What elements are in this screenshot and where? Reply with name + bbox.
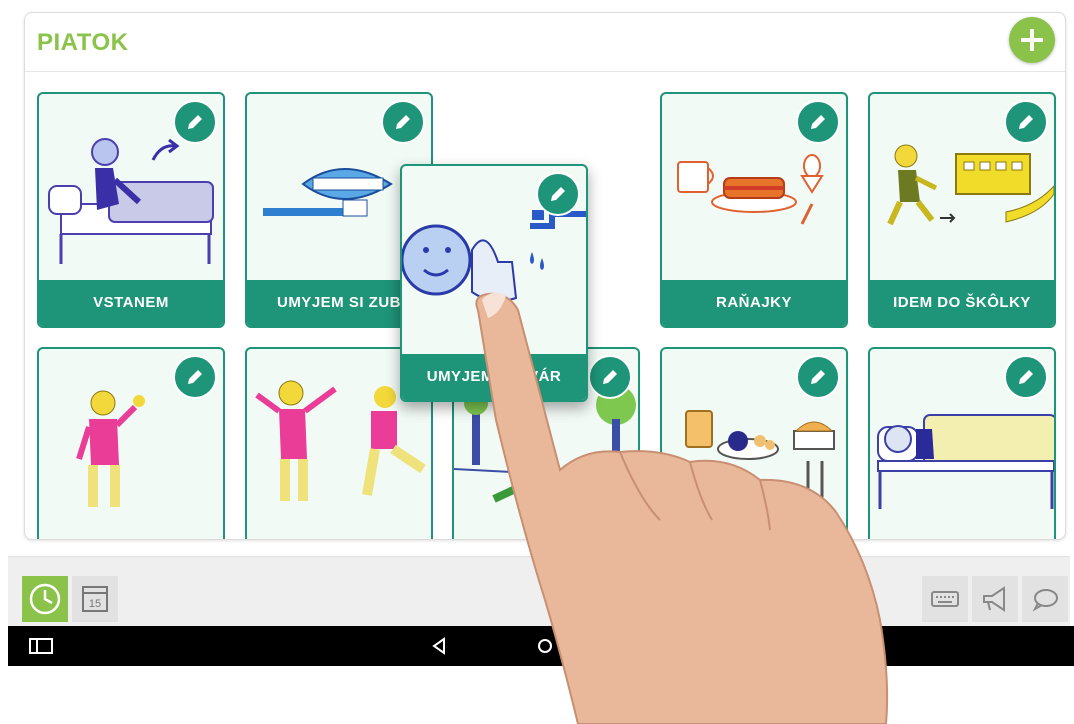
pencil-icon: [188, 115, 202, 129]
edit-button[interactable]: [173, 100, 217, 144]
pencil-icon: [1019, 115, 1033, 129]
edit-button[interactable]: [796, 355, 840, 399]
recents-button[interactable]: [28, 634, 54, 658]
pencil-icon: [811, 370, 825, 384]
speech-bubble-icon: [1032, 589, 1058, 612]
android-nav-bar: [8, 626, 1074, 666]
board-header: PIATOK: [25, 13, 1065, 72]
calendar-icon: 15: [82, 586, 108, 612]
card-label: IDEM DO ŠKÔLKY: [870, 280, 1054, 326]
edit-button[interactable]: [796, 100, 840, 144]
pencil-icon: [396, 115, 410, 129]
megaphone-button[interactable]: [972, 576, 1018, 622]
edit-button[interactable]: [588, 355, 632, 399]
clock-icon: [29, 583, 61, 615]
edit-button[interactable]: [536, 172, 580, 216]
pencil-icon: [603, 370, 617, 384]
clock-button[interactable]: [22, 576, 68, 622]
home-button[interactable]: [532, 634, 558, 658]
schedule-card-vstanem[interactable]: VSTANEM: [37, 92, 225, 328]
calendar-day: 15: [89, 598, 101, 610]
schedule-card-idem-do-skolky[interactable]: IDEM DO ŠKÔLKY: [868, 92, 1056, 328]
edit-button[interactable]: [1004, 100, 1048, 144]
pencil-icon: [551, 187, 565, 201]
card-label: RAŇAJKY: [662, 280, 846, 326]
back-button[interactable]: [426, 634, 452, 658]
pencil-icon: [811, 115, 825, 129]
card-label: UMYJEM SI TVÁR: [402, 354, 586, 400]
pencil-icon: [188, 370, 202, 384]
pencil-icon: [1019, 370, 1033, 384]
calendar-button[interactable]: 15: [72, 576, 118, 622]
schedule-card-ranajky[interactable]: RAŇAJKY: [660, 92, 848, 328]
schedule-card-wave[interactable]: [37, 347, 225, 539]
page-title: PIATOK: [37, 29, 129, 56]
board-panel: PIATOK VSTANEM UMYJEM SI ZUB RAŇAJKY IDE…: [24, 12, 1066, 540]
edit-button[interactable]: [381, 100, 425, 144]
speech-button[interactable]: [1022, 576, 1068, 622]
keyboard-icon: [931, 591, 959, 607]
keyboard-button[interactable]: [922, 576, 968, 622]
add-card-button[interactable]: [1009, 17, 1055, 63]
home-icon: [538, 639, 552, 653]
back-icon: [432, 637, 445, 655]
card-label: VSTANEM: [39, 280, 223, 326]
edit-button[interactable]: [173, 355, 217, 399]
plus-icon: [1021, 29, 1043, 51]
edit-button[interactable]: [1004, 355, 1048, 399]
schedule-card-umyjem-si-tvar-dragging[interactable]: UMYJEM SI TVÁR: [400, 164, 588, 402]
schedule-card-lunch[interactable]: [660, 347, 848, 539]
recents-icon: [29, 638, 53, 654]
megaphone-icon: [983, 586, 1005, 612]
schedule-card-nap[interactable]: [868, 347, 1056, 539]
bottom-toolbar: 15: [8, 556, 1070, 627]
